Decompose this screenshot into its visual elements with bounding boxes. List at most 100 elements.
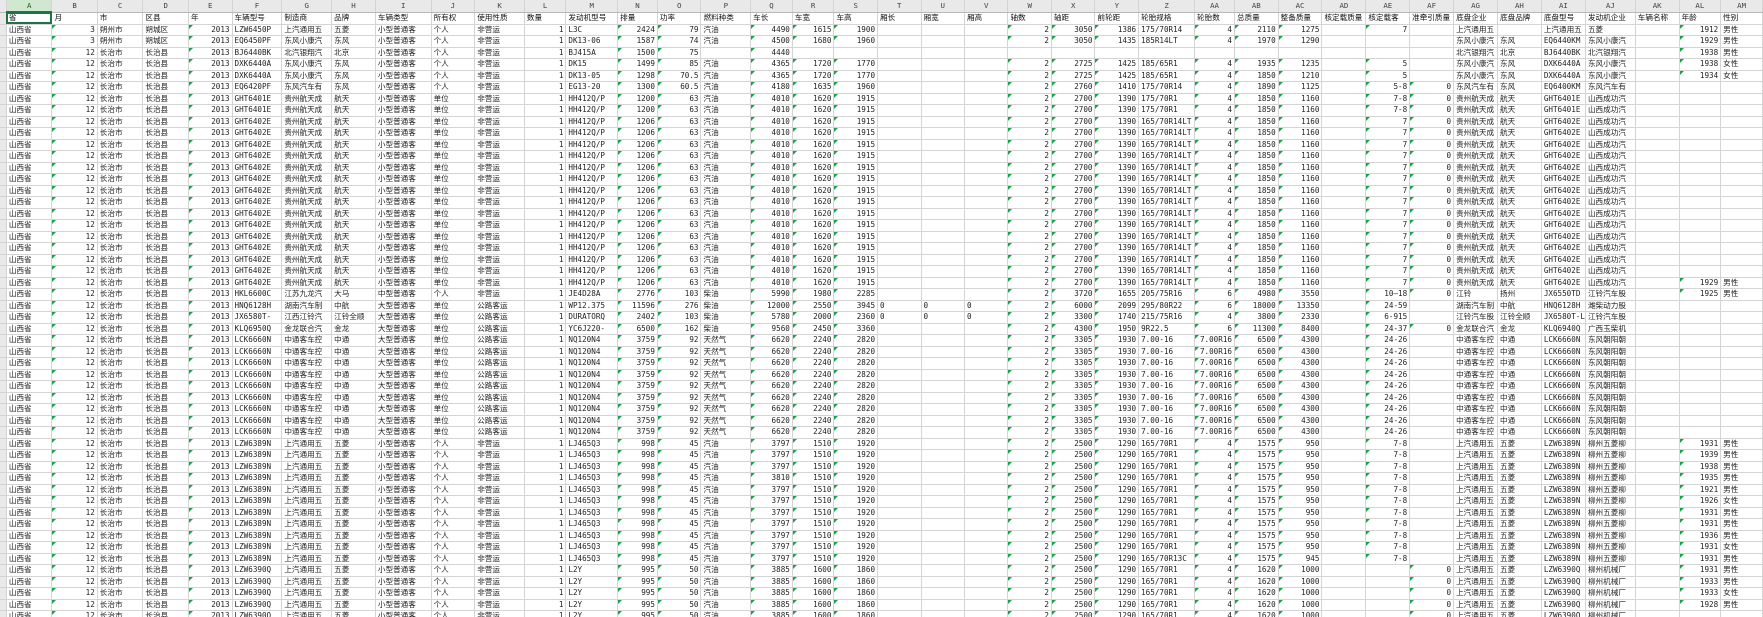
cell[interactable]: 3810 [750,472,793,485]
column-header-r[interactable]: R [792,0,835,13]
cell[interactable] [1321,472,1367,485]
cell[interactable]: 汽油 [700,541,752,554]
cell[interactable]: 998 [617,530,658,542]
column-header-ad[interactable]: AD [1321,0,1367,13]
cell[interactable]: 湖南汽车制 [1453,300,1499,312]
cell[interactable]: 五菱 [1497,507,1542,519]
cell[interactable]: LZW6389N [1541,484,1586,496]
cell[interactable]: 性别 [1720,12,1763,25]
cell[interactable] [921,610,965,617]
cell[interactable]: 4980 [1234,288,1279,301]
cell[interactable]: 12 [51,357,98,370]
cell[interactable]: 五菱 [1497,472,1542,485]
cell[interactable]: 贵州航天成 [1453,242,1499,255]
cell[interactable]: 2 [1007,484,1052,496]
cell[interactable] [921,58,965,71]
cell[interactable]: 1931 [1679,541,1722,554]
cell[interactable]: KLQ6940Q [1541,323,1586,335]
cell[interactable]: 男性 [1720,438,1763,450]
cell[interactable]: 995 [617,587,658,600]
cell[interactable]: 165/70R14LT [1138,173,1196,186]
cell[interactable]: 上汽通用五 [1453,24,1499,36]
cell[interactable]: 0 [1409,610,1455,617]
cell[interactable]: 汽油 [700,81,752,94]
cell[interactable]: 长治县 [142,576,189,588]
cell[interactable]: 4500 [750,35,793,48]
cell[interactable]: 4010 [750,93,793,105]
cell[interactable] [921,139,965,151]
cell[interactable]: 4 [1194,24,1235,36]
cell[interactable]: 非营运 [474,288,525,301]
cell[interactable]: 165/70R14LT [1138,242,1196,255]
cell[interactable] [1720,334,1763,347]
cell[interactable]: 山西省 [6,208,53,220]
cell[interactable]: 2500 [1051,449,1096,462]
cell[interactable]: GHT6402E [1541,139,1586,151]
cell[interactable]: 3759 [617,357,658,370]
cell[interactable]: 0 [921,300,965,312]
cell[interactable]: 2500 [1051,438,1096,450]
cell[interactable] [1051,47,1096,59]
cell[interactable] [1278,47,1323,59]
cell[interactable] [1720,104,1763,117]
cell[interactable]: 1920 [833,449,879,462]
cell[interactable]: 7.00-16 [1138,346,1196,358]
cell[interactable]: 3797 [750,438,793,450]
cell[interactable]: 1160 [1278,219,1323,232]
cell[interactable] [700,47,752,59]
cell[interactable]: 长治市 [97,265,144,278]
cell[interactable]: 1850 [1234,185,1279,197]
cell[interactable]: 12 [51,438,98,450]
cell[interactable]: 2 [1007,104,1052,117]
cell[interactable] [1679,150,1722,163]
cell[interactable]: 12 [51,472,98,485]
cell[interactable]: 6500 [1234,415,1279,427]
cell[interactable]: 1290 [1094,530,1140,542]
cell[interactable] [1635,403,1680,416]
cell[interactable]: 63 [657,173,702,186]
cell[interactable]: 950 [1278,541,1323,554]
cell[interactable]: 2013 [188,610,233,617]
cell[interactable]: 汽油 [700,93,752,105]
cell[interactable]: 165/70R14LT [1138,150,1196,163]
cell[interactable]: 五菱 [1497,518,1542,531]
cell[interactable]: 轮胎数 [1194,12,1235,25]
cell[interactable]: 东风朝阳朝 [1585,357,1636,370]
cell[interactable]: 24-26 [1365,380,1411,393]
cell[interactable]: 1499 [617,58,658,71]
cell[interactable]: 长治县 [142,599,189,611]
cell[interactable]: 五菱 [331,530,376,542]
cell[interactable]: 2 [1007,392,1052,404]
cell[interactable]: 山西成功汽 [1585,93,1636,105]
cell[interactable]: 4 [1194,449,1235,462]
cell[interactable] [1720,173,1763,186]
cell[interactable]: NQ120N4 [565,346,619,358]
cell[interactable]: 五菱 [331,541,376,554]
cell[interactable]: 998 [617,449,658,462]
cell[interactable] [964,24,1009,36]
cell[interactable]: 1 [524,208,567,220]
cell[interactable]: 2700 [1051,104,1096,117]
cell[interactable]: 165/70R14LT [1138,219,1196,232]
cell[interactable] [1679,104,1722,117]
cell[interactable]: 2 [1007,265,1052,278]
cell[interactable]: 航天 [331,162,376,174]
cell[interactable]: 1620 [792,93,835,105]
cell[interactable]: 1390 [1094,219,1140,232]
cell[interactable] [1679,311,1722,324]
cell[interactable]: 长治市 [97,587,144,600]
cell[interactable] [921,277,965,289]
cell[interactable]: 1930 [1094,369,1140,381]
cell[interactable]: 0 [1409,231,1455,243]
cell[interactable] [1720,357,1763,370]
cell[interactable]: 贵州航天成 [1453,219,1499,232]
cell[interactable]: GHT6402E [1541,185,1586,197]
cell[interactable]: 1206 [617,231,658,243]
cell[interactable]: LJ465Q3 [565,484,619,496]
cell[interactable]: 山西省 [6,288,53,301]
cell[interactable]: 长治县 [142,323,189,335]
cell[interactable]: 大型普通客 [375,346,432,358]
cell[interactable]: 单位 [431,231,476,243]
cell[interactable] [921,116,965,128]
cell[interactable]: 2013 [188,576,233,588]
